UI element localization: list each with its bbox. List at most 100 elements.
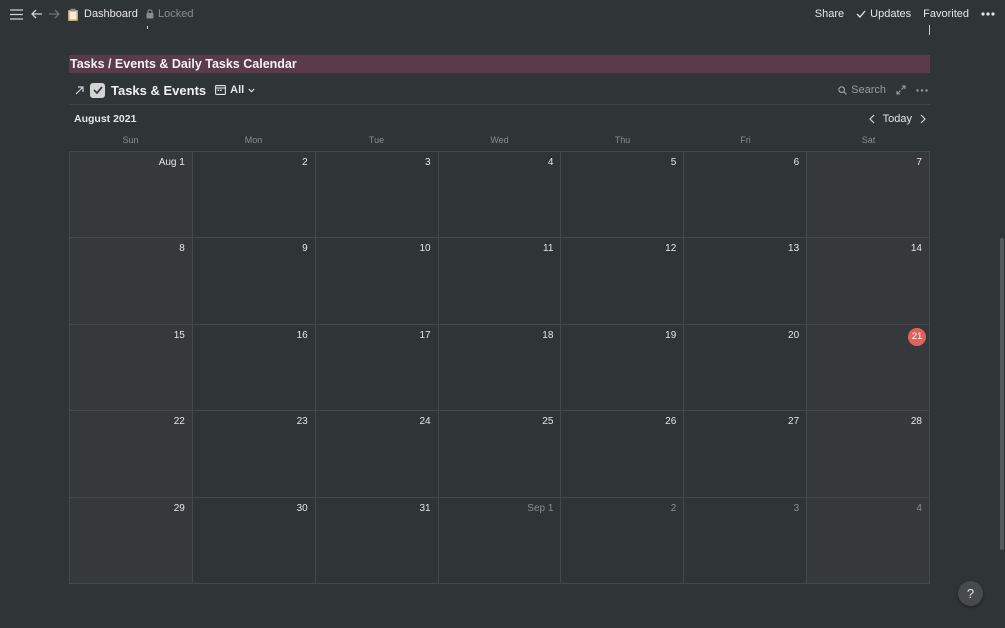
calendar-day-cell[interactable]: 28 [807, 411, 930, 498]
day-number: 10 [419, 243, 431, 255]
chevron-down-icon [248, 88, 255, 93]
calendar-day-cell[interactable]: 2 [561, 497, 685, 584]
calendar-day-cell[interactable]: 4 [438, 152, 562, 239]
calendar-grid: Aug 1 2 3 4 5 6 7 8 9 10 11 12 13 14 15 16 17 18 19 20 21 22 2… [69, 151, 930, 584]
lock-icon [146, 9, 154, 19]
weekday-label: Sun [122, 135, 139, 145]
month-label: August 2021 [74, 113, 137, 125]
calendar-day-cell[interactable]: 9 [192, 238, 316, 325]
calendar-day-cell[interactable]: 5 [561, 152, 685, 239]
calendar-day-cell[interactable]: 27 [684, 411, 808, 498]
day-number: 7 [916, 157, 922, 168]
calendar-day-cell[interactable]: 16 [192, 324, 316, 412]
updates-button[interactable]: Updates [856, 8, 911, 20]
day-number: 4 [916, 502, 922, 514]
day-number: 2 [670, 502, 677, 514]
updates-label: Updates [870, 8, 912, 20]
calendar-nav: Today [868, 110, 926, 128]
database-tools: Search [838, 78, 928, 102]
calendar-view-icon [215, 85, 227, 95]
calendar-day-cell[interactable]: 3 [315, 152, 439, 239]
day-number: 9 [302, 243, 308, 255]
calendar-day-cell[interactable]: 6 [684, 152, 808, 239]
database-title[interactable]: Tasks & Events [111, 83, 206, 98]
favorited-button[interactable]: Favorited [923, 8, 969, 20]
share-button[interactable]: Share [815, 8, 844, 20]
calendar-day-cell[interactable]: 11 [438, 238, 562, 325]
weekday-label: Sat [861, 135, 876, 145]
day-number: 29 [173, 502, 185, 514]
today-button[interactable]: Today [883, 113, 912, 125]
database-header: Tasks & Events All Search [69, 78, 930, 102]
breadcrumb-page[interactable]: Dashboard [67, 0, 138, 28]
back-arrow-icon[interactable] [31, 0, 43, 28]
calendar-day-cell[interactable]: 23 [192, 411, 316, 498]
calendar-day-cell[interactable]: 14 [807, 238, 930, 325]
calendar-day-cell[interactable]: 19 [561, 324, 685, 412]
calendar-day-cell[interactable]: 2 [192, 152, 316, 239]
day-number: 26 [665, 416, 677, 428]
text-fragment [147, 26, 148, 29]
help-button[interactable]: ? [958, 581, 983, 606]
calendar-day-cell[interactable]: 20 [684, 324, 808, 412]
day-number: 25 [542, 416, 554, 428]
menu-icon[interactable] [10, 0, 23, 28]
calendar-day-cell[interactable]: 4 [807, 497, 930, 584]
more-options-icon[interactable] [981, 12, 995, 16]
calendar-day-cell[interactable]: 26 [561, 411, 685, 498]
day-number: 3 [793, 502, 800, 514]
calendar-day-cell[interactable]: Sep 1 [438, 497, 562, 584]
calendar-day-cell[interactable]: 21 [807, 324, 930, 412]
day-number: 14 [910, 243, 922, 255]
open-link-arrow-icon[interactable] [72, 85, 86, 95]
day-number: 2 [302, 157, 308, 168]
calendar-day-cell[interactable]: 25 [438, 411, 562, 498]
search-label: Search [851, 84, 886, 96]
day-number: 12 [665, 243, 677, 255]
previous-month-icon[interactable] [868, 114, 875, 124]
search-button[interactable]: Search [838, 84, 886, 96]
day-number: 17 [419, 329, 431, 341]
forward-arrow-icon[interactable] [48, 0, 60, 28]
calendar-day-cell[interactable]: 30 [192, 497, 316, 584]
calendar-day-cell[interactable]: 18 [438, 324, 562, 412]
locked-label: Locked [158, 8, 194, 20]
day-number: 13 [788, 243, 800, 255]
calendar-day-cell[interactable]: Aug 1 [70, 152, 193, 239]
day-number: 20 [788, 329, 800, 341]
section-heading[interactable]: Tasks / Events & Daily Tasks Calendar [69, 55, 930, 73]
weekday-label: Tue [368, 135, 385, 145]
calendar-day-cell[interactable]: 13 [684, 238, 808, 325]
database-more-icon[interactable] [916, 88, 928, 92]
day-number: Sep 1 [527, 502, 554, 514]
scrollbar[interactable] [1000, 238, 1004, 550]
next-month-icon[interactable] [920, 114, 926, 124]
calendar-day-cell[interactable]: 22 [70, 411, 193, 498]
top-actions: Share Updates Favorited [815, 0, 995, 28]
today-date-badge: 21 [907, 327, 926, 346]
calendar-day-cell[interactable]: 24 [315, 411, 439, 498]
calendar-day-cell[interactable]: 3 [684, 497, 808, 584]
calendar-day-cell[interactable]: 15 [70, 324, 193, 412]
calendar-day-cell[interactable]: 31 [315, 497, 439, 584]
favorited-label: Favorited [923, 8, 969, 20]
calendar-day-cell[interactable]: 12 [561, 238, 685, 325]
calendar-day-cell[interactable]: 17 [315, 324, 439, 412]
share-label: Share [814, 8, 845, 20]
weekday-label: Thu [614, 135, 631, 145]
day-number: 18 [542, 329, 554, 341]
day-number: 6 [793, 157, 800, 168]
view-selector[interactable]: All [215, 84, 255, 96]
weekday-label: Fri [740, 135, 751, 145]
locked-indicator[interactable]: Locked [146, 0, 193, 28]
calendar-day-cell[interactable]: 7 [807, 152, 930, 239]
page-title: Dashboard [84, 8, 138, 20]
calendar-day-cell[interactable]: 10 [315, 238, 439, 325]
expand-icon[interactable] [896, 85, 906, 95]
day-number: 5 [670, 157, 677, 168]
calendar-day-cell[interactable]: 8 [70, 238, 193, 325]
calendar-day-cell[interactable]: 29 [70, 497, 193, 584]
checkmark-icon [856, 10, 866, 18]
help-label: ? [966, 586, 975, 601]
calendar-toolbar: August 2021 Today [69, 110, 930, 128]
